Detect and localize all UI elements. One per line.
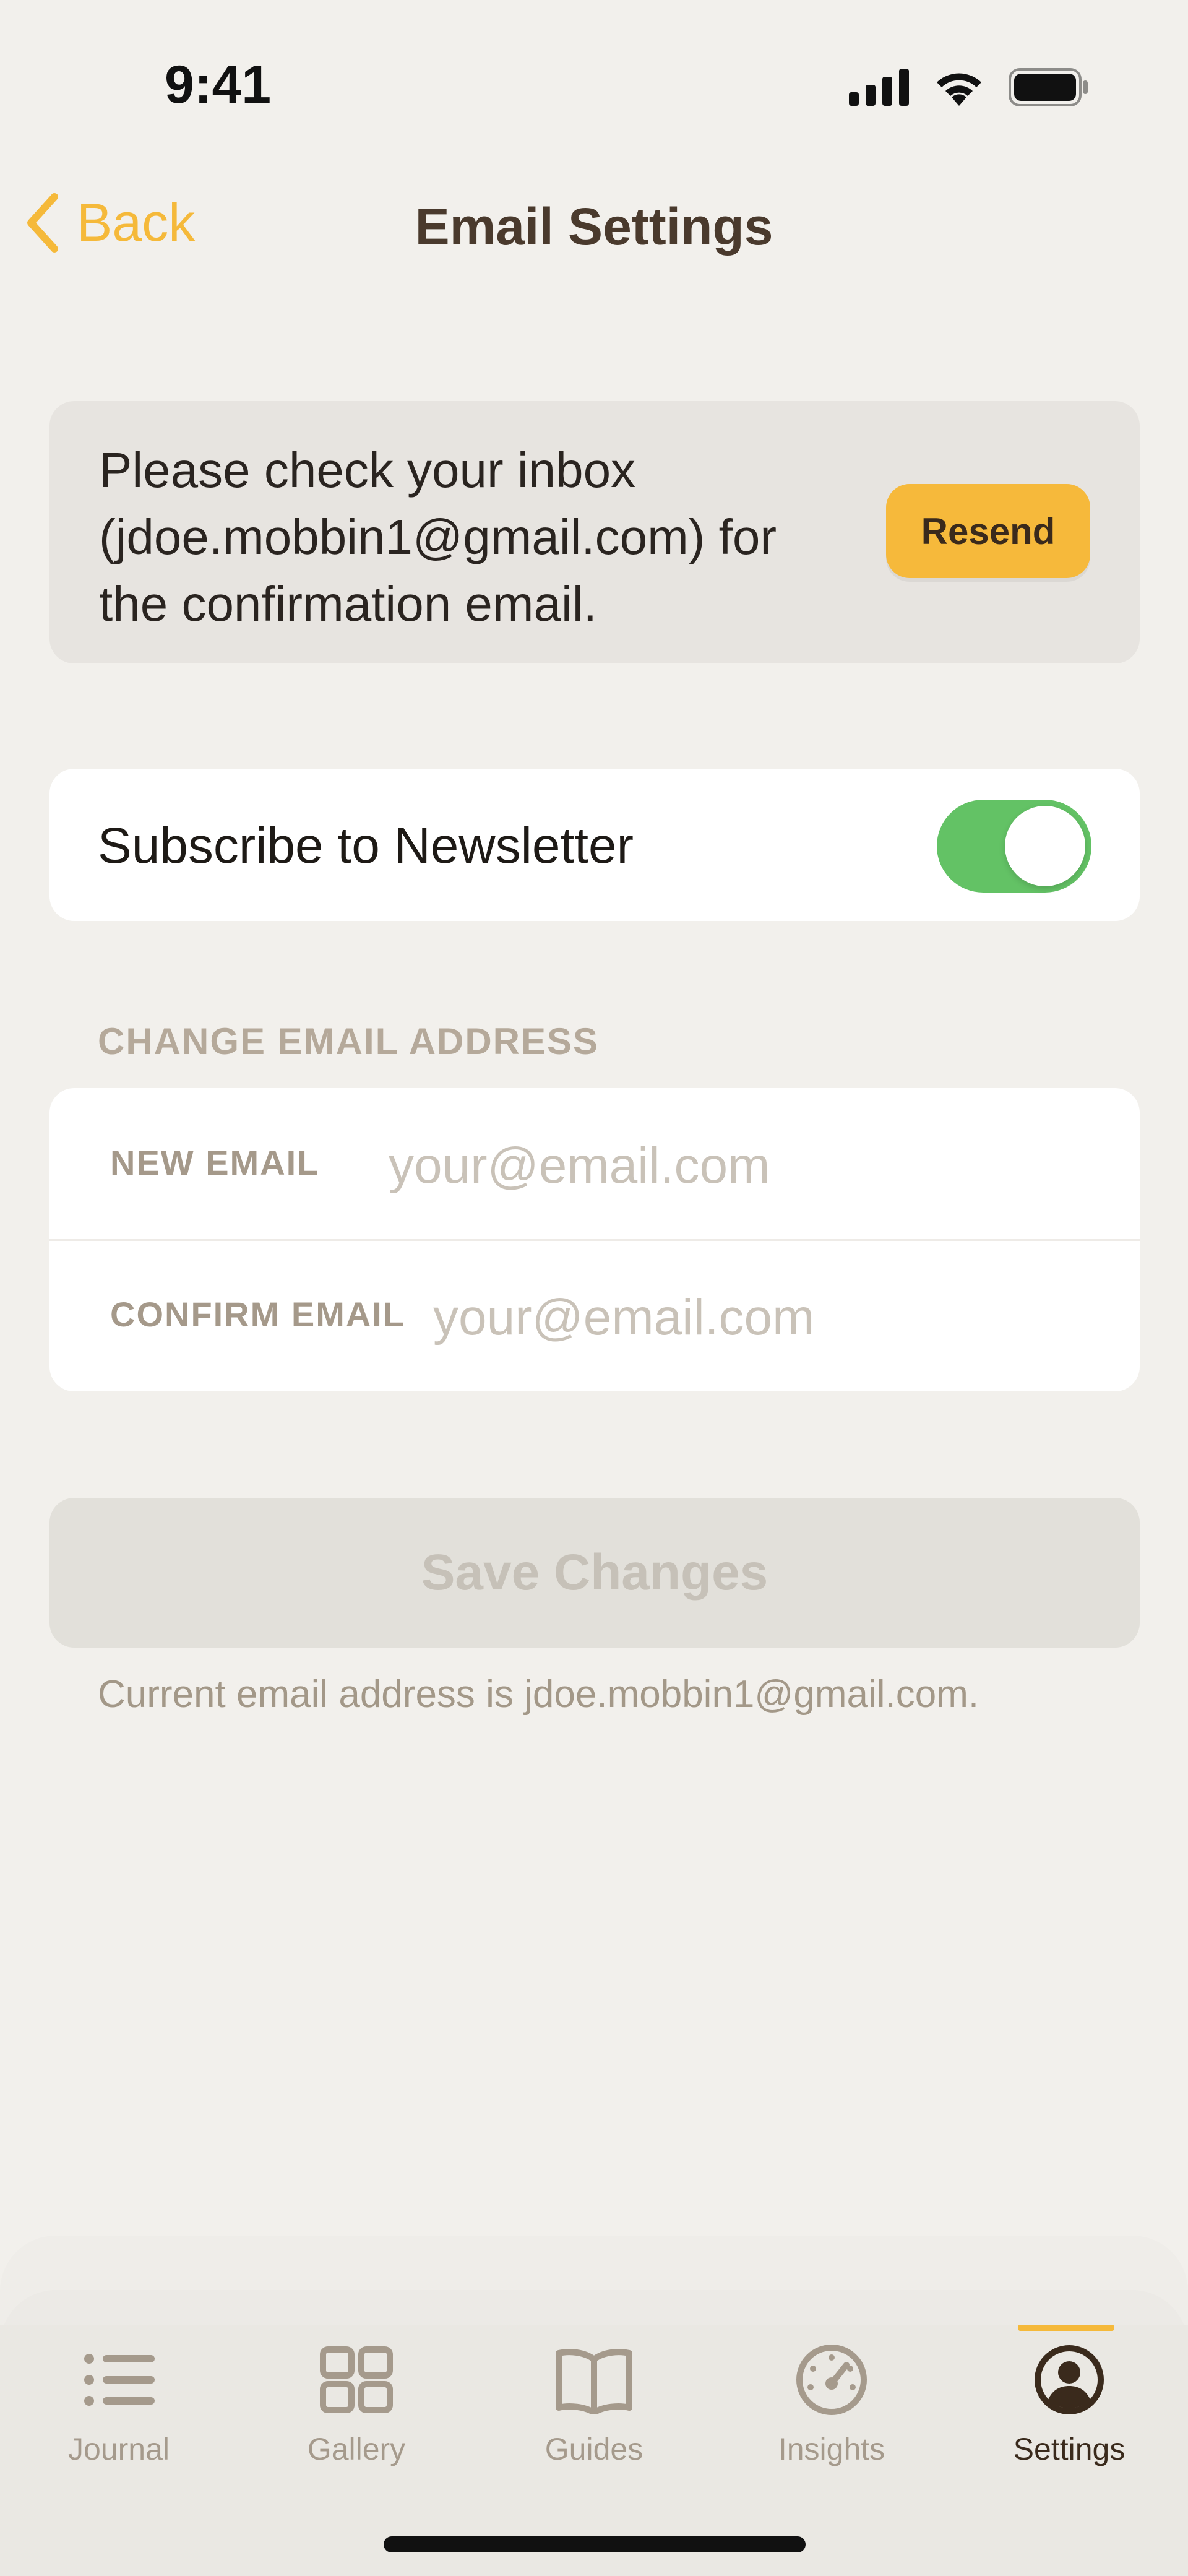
tab-label: Insights (778, 2432, 885, 2466)
status-icons (849, 68, 1089, 106)
book-icon (554, 2340, 634, 2420)
section-header: CHANGE EMAIL ADDRESS (98, 1021, 600, 1062)
tab-journal[interactable]: Journal (0, 2340, 238, 2482)
active-tab-indicator (1018, 2325, 1114, 2331)
newsletter-toggle[interactable] (937, 800, 1091, 893)
tab-label: Guides (544, 2432, 644, 2466)
list-icon (79, 2340, 159, 2420)
save-changes-button[interactable]: Save Changes (50, 1498, 1140, 1648)
signal-icon (849, 69, 909, 106)
new-email-field[interactable] (389, 1135, 1038, 1197)
wifi-icon (937, 73, 981, 106)
confirm-email-label: CONFIRM EMAIL (110, 1295, 406, 1334)
gauge-icon (791, 2340, 872, 2420)
tab-label: Settings (1013, 2432, 1126, 2466)
toggle-knob (1005, 806, 1085, 886)
tab-insights[interactable]: Insights (713, 2340, 950, 2482)
tab-settings[interactable]: Settings (950, 2340, 1188, 2482)
new-email-label: NEW EMAIL (110, 1143, 320, 1182)
confirmation-banner: Please check your inbox (jdoe.mobbin1@gm… (50, 401, 1140, 663)
home-indicator[interactable] (384, 2536, 806, 2552)
change-email-form: NEW EMAIL CONFIRM EMAIL (50, 1088, 1140, 1391)
confirmation-message: Please check your inbox (jdoe.mobbin1@gm… (99, 443, 777, 631)
profile-icon (1029, 2340, 1109, 2420)
tab-guides[interactable]: Guides (475, 2340, 713, 2482)
tab-gallery[interactable]: Gallery (238, 2340, 475, 2482)
page-title: Email Settings (415, 197, 773, 256)
confirm-email-field[interactable] (433, 1287, 1083, 1349)
current-email-note: Current email address is jdoe.mobbin1@gm… (98, 1673, 979, 1716)
tab-label: Gallery (307, 2432, 406, 2466)
battery-icon (1009, 68, 1088, 106)
grid-icon (316, 2340, 397, 2420)
tab-label: Journal (68, 2432, 170, 2466)
confirm-email-row: CONFIRM EMAIL (50, 1240, 1140, 1391)
newsletter-label: Subscribe to Newsletter (98, 818, 634, 874)
status-time: 9:41 (165, 55, 272, 115)
newsletter-card: Subscribe to Newsletter (50, 769, 1140, 921)
resend-button[interactable]: Resend (886, 484, 1090, 578)
new-email-row: NEW EMAIL (50, 1088, 1140, 1240)
